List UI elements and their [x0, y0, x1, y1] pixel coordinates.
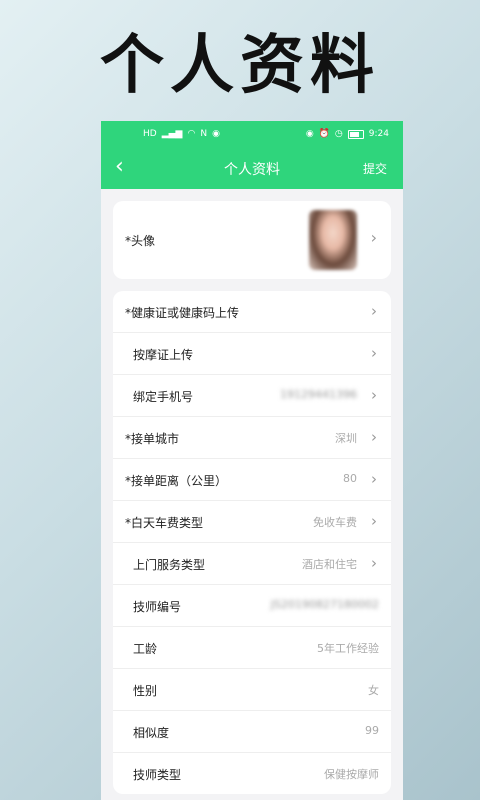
- phone-screen: HD ▂▄▆ ◠ N ◉ ◉ ⏰ ◷ 9:24 ‹ 个人资料 提交 *头像 › …: [101, 121, 403, 800]
- row-label: 绑定手机号: [133, 390, 194, 404]
- chevron-right-icon: ›: [371, 470, 377, 488]
- list-item[interactable]: 按摩证上传 ›: [113, 333, 391, 375]
- list-item: 工龄 5年工作经验: [113, 627, 391, 669]
- avatar-row[interactable]: *头像 ›: [113, 201, 391, 279]
- hd-icon: HD: [143, 128, 157, 139]
- list-item: 技师编号 JS20190827180002: [113, 585, 391, 627]
- signal-icon: ▂▄▆: [161, 128, 183, 139]
- speed-icon: ◷: [334, 128, 343, 139]
- status-left: HD ▂▄▆ ◠ N ◉: [143, 128, 220, 139]
- status-bar: HD ▂▄▆ ◠ N ◉ ◉ ⏰ ◷ 9:24: [101, 121, 403, 147]
- status-right: ◉ ⏰ ◷ 9:24: [306, 129, 389, 139]
- list-item[interactable]: 绑定手机号 19129441396 ›: [113, 375, 391, 417]
- list-item[interactable]: 上门服务类型 酒店和住宅 ›: [113, 543, 391, 585]
- row-value: 保健按摩师: [324, 768, 379, 781]
- row-value: 免收车费: [313, 516, 357, 529]
- list-item[interactable]: *白天车费类型 免收车费 ›: [113, 501, 391, 543]
- row-label: 按摩证上传: [133, 348, 194, 362]
- row-value: 19129441396: [280, 388, 357, 401]
- profile-list: *健康证或健康码上传 › 按摩证上传 › 绑定手机号 19129441396 › *接单城市 深…: [113, 291, 391, 794]
- list-item: 性别 女: [113, 669, 391, 711]
- nfc-icon: N: [200, 128, 208, 139]
- row-label: *接单距离（公里）: [125, 474, 228, 488]
- row-label: 工龄: [133, 642, 158, 656]
- avatar-label: *头像: [125, 234, 156, 248]
- row-label: *接单城市: [125, 432, 180, 446]
- eye-icon: ◉: [305, 128, 314, 139]
- chevron-right-icon: ›: [371, 512, 377, 530]
- wifi-icon: ◠: [187, 128, 196, 139]
- row-value: 5年工作经验: [317, 642, 379, 655]
- row-label: *白天车费类型: [125, 516, 204, 530]
- row-label: 技师编号: [133, 600, 182, 614]
- submit-button[interactable]: 提交: [363, 160, 387, 177]
- chevron-right-icon: ›: [370, 228, 377, 247]
- chevron-right-icon: ›: [371, 386, 377, 404]
- row-value: 80: [343, 472, 357, 485]
- row-label: 性别: [133, 684, 158, 698]
- row-value: 酒店和住宅: [302, 558, 357, 571]
- page-title: 个人资料: [224, 162, 280, 178]
- battery-icon: [347, 129, 364, 139]
- chevron-right-icon: ›: [371, 344, 377, 362]
- row-value: JS20190827180002: [270, 598, 379, 611]
- list-item[interactable]: *接单距离（公里） 80 ›: [113, 459, 391, 501]
- chevron-right-icon: ›: [371, 428, 377, 446]
- app-notification-icon: ◉: [212, 128, 220, 139]
- row-label: *健康证或健康码上传: [125, 306, 240, 320]
- list-item[interactable]: *接单城市 深圳 ›: [113, 417, 391, 459]
- nav-bar: ‹ 个人资料 提交: [101, 147, 403, 189]
- row-value: 99: [365, 724, 379, 737]
- status-time: 9:24: [368, 129, 389, 139]
- chevron-right-icon: ›: [371, 302, 377, 320]
- promo-title: 个人资料: [100, 29, 380, 103]
- row-value: 深圳: [335, 432, 357, 445]
- list-item: 相似度 99: [113, 711, 391, 753]
- header: HD ▂▄▆ ◠ N ◉ ◉ ⏰ ◷ 9:24 ‹ 个人资料 提交: [101, 121, 403, 189]
- alarm-icon: ⏰: [318, 128, 330, 139]
- row-label: 技师类型: [133, 768, 182, 782]
- list-item: 技师类型 保健按摩师: [113, 753, 391, 794]
- row-label: 上门服务类型: [133, 558, 206, 572]
- row-label: 相似度: [133, 726, 170, 740]
- avatar: [309, 210, 357, 270]
- list-item[interactable]: *健康证或健康码上传 ›: [113, 291, 391, 333]
- row-value: 女: [368, 684, 379, 697]
- chevron-right-icon: ›: [371, 554, 377, 572]
